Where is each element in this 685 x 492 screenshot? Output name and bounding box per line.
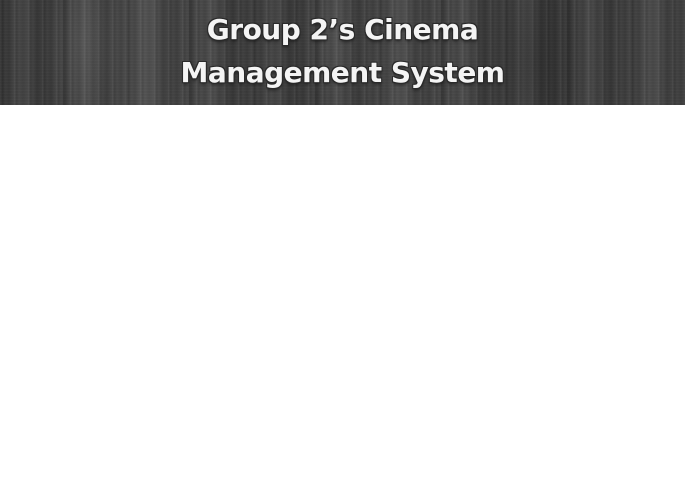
page-title: Group 2’s Cinema Management System [0, 0, 685, 94]
page-title-line-1: Group 2’s Cinema [206, 13, 479, 46]
main-content-area [0, 105, 685, 492]
page-title-line-2: Management System [180, 56, 506, 89]
header-banner: Group 2’s Cinema Management System [0, 0, 685, 105]
